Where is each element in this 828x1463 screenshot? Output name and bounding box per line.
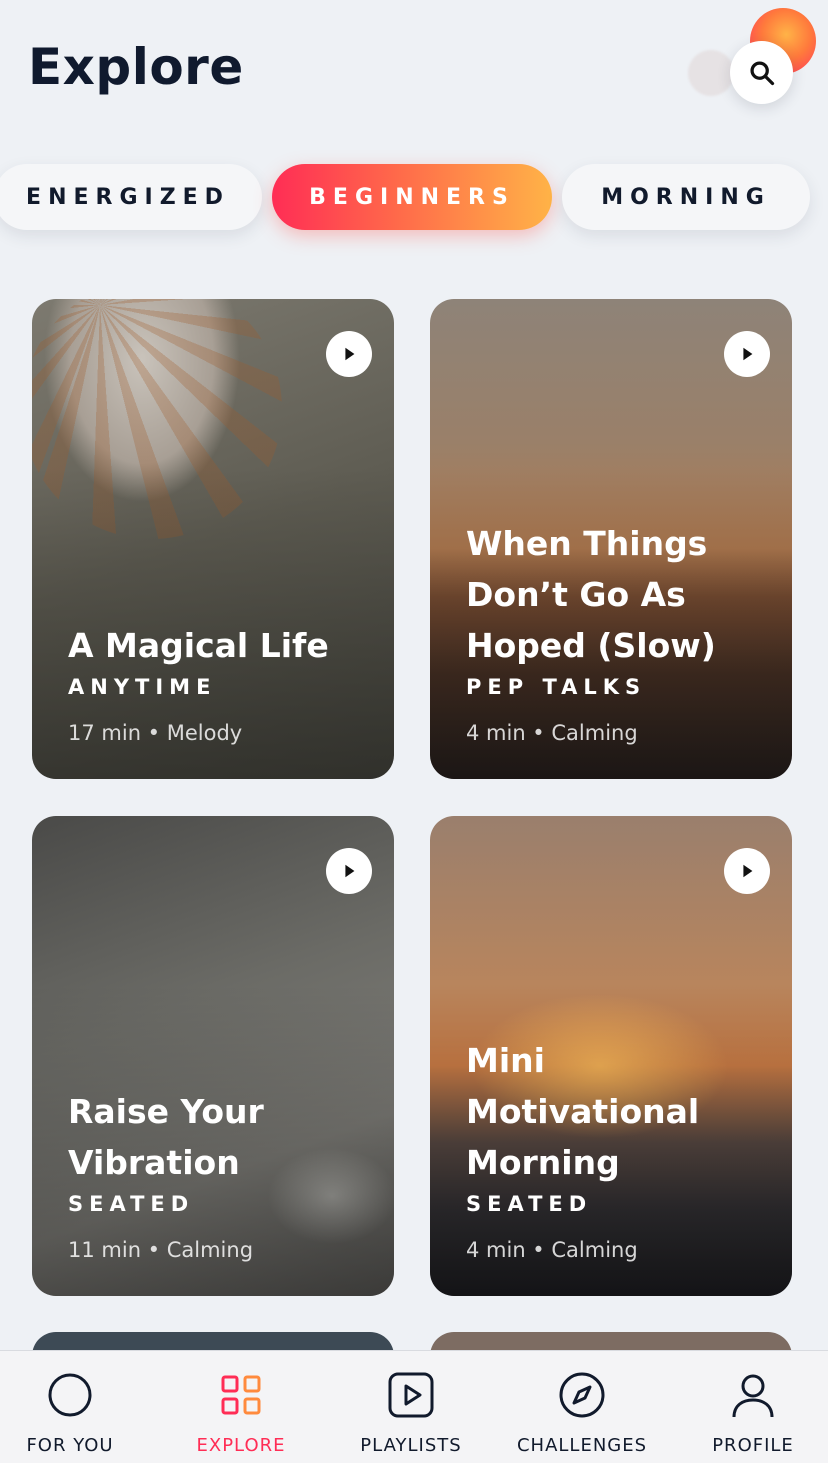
nav-item-challenges[interactable]: CHALLENGES — [499, 1351, 665, 1463]
nav-label: PLAYLISTS — [360, 1435, 462, 1456]
play-icon — [743, 347, 753, 361]
chip-morning[interactable]: MORNING — [562, 164, 810, 230]
play-square-icon — [388, 1372, 434, 1418]
grid-icon — [221, 1375, 261, 1415]
chip-label: MORNING — [601, 184, 771, 210]
chip-beginners[interactable]: BEGINNERS — [272, 164, 552, 230]
nav-label: CHALLENGES — [516, 1435, 648, 1456]
card-meta: 4 min • Calming — [466, 721, 638, 745]
session-card[interactable]: Raise Your Vibration SEATED 11 min • Cal… — [32, 816, 394, 1296]
circle-icon — [48, 1373, 92, 1417]
nav-label: PROFILE — [712, 1435, 794, 1456]
card-meta: 4 min • Calming — [466, 1238, 638, 1262]
play-icon — [345, 864, 355, 878]
play-icon — [743, 864, 753, 878]
user-icon — [732, 1374, 774, 1418]
search-icon — [749, 60, 774, 85]
play-button[interactable] — [724, 848, 770, 894]
nav-label: EXPLORE — [196, 1435, 286, 1456]
card-title: When Things Don’t Go As Hoped (Slow) — [466, 524, 716, 665]
search-button[interactable] — [730, 41, 793, 104]
card-category: SEATED — [68, 1192, 195, 1216]
card-meta: 11 min • Calming — [68, 1238, 254, 1262]
session-card[interactable]: Mini Motivational Morning SEATED 4 min •… — [430, 816, 792, 1296]
play-button[interactable] — [326, 331, 372, 377]
chip-energized[interactable]: ENERGIZED — [0, 164, 262, 230]
card-title: A Magical Life — [68, 626, 329, 665]
nav-item-profile[interactable]: PROFILE — [670, 1351, 828, 1463]
compass-icon — [559, 1372, 605, 1418]
card-title: Mini Motivational Morning — [466, 1041, 700, 1182]
play-button[interactable] — [724, 331, 770, 377]
card-category: PEP TALKS — [466, 675, 647, 699]
nav-item-for-you[interactable]: FOR YOU — [0, 1351, 153, 1463]
play-icon — [345, 347, 355, 361]
session-card[interactable]: A Magical Life ANYTIME 17 min • Melody — [32, 299, 394, 779]
card-meta: 17 min • Melody — [68, 721, 243, 745]
play-button[interactable] — [326, 848, 372, 894]
card-title: Raise Your Vibration — [68, 1092, 264, 1182]
bottom-nav: FOR YOU EXPLORE PLAYLISTS CHALLENGES PRO… — [0, 1350, 828, 1463]
card-category: ANYTIME — [68, 675, 217, 699]
card-category: SEATED — [466, 1192, 593, 1216]
page-title: Explore — [28, 38, 244, 96]
session-card[interactable]: When Things Don’t Go As Hoped (Slow) PEP… — [430, 299, 792, 779]
nav-item-playlists[interactable]: PLAYLISTS — [328, 1351, 494, 1463]
chip-label: ENERGIZED — [26, 184, 230, 210]
decorative-blob — [688, 50, 734, 96]
nav-label: FOR YOU — [26, 1435, 114, 1456]
chip-label: BEGINNERS — [309, 184, 515, 210]
nav-item-explore[interactable]: EXPLORE — [158, 1351, 324, 1463]
